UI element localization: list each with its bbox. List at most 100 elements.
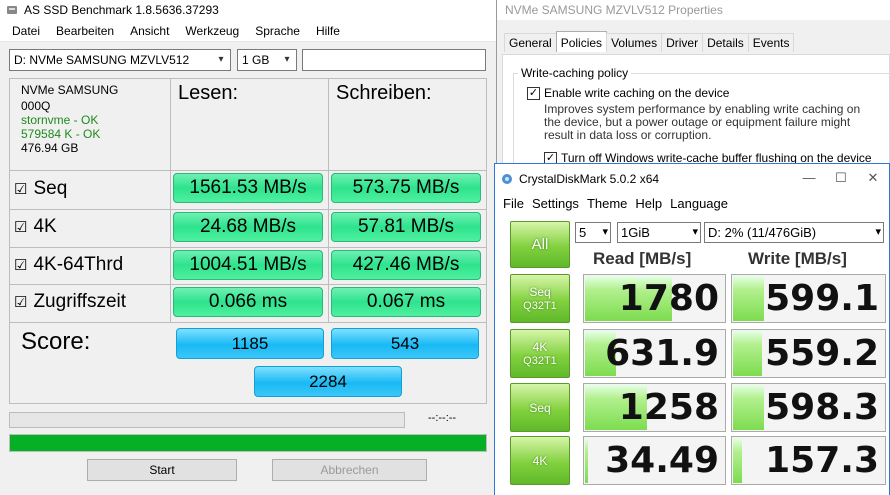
driver-status: stornvme - OK — [21, 113, 99, 127]
all-button[interactable]: All — [510, 221, 570, 268]
cdm-titlebar: CrystalDiskMark 5.0.2 x64 — ☐ ✕ — [495, 164, 889, 193]
menu-file[interactable]: File — [499, 196, 528, 211]
seq-write-value: 573.75 MB/s — [331, 173, 481, 203]
menu-werkzeug[interactable]: Werkzeug — [177, 24, 247, 38]
test-label: Seq — [529, 400, 551, 415]
score-total: 2284 — [254, 366, 402, 397]
read-result-row-0: 1780 — [583, 274, 726, 323]
disk-icon — [7, 6, 17, 14]
properties-title: NVMe SAMSUNG MZVLV512 Properties — [505, 3, 723, 17]
write-result-fill — [733, 276, 764, 321]
abort-button[interactable]: Abbrechen — [272, 459, 427, 481]
drive-select[interactable]: D: 2% (11/476GiB) ▾ — [704, 222, 884, 243]
drive-name: NVMe SAMSUNG — [21, 83, 119, 97]
checkbox-icon[interactable]: ☑ — [14, 256, 27, 274]
read-result-row-2: 1258 — [583, 383, 726, 432]
row-4k-label[interactable]: ☑ 4K — [14, 212, 57, 242]
crystaldiskmark-icon — [502, 173, 512, 184]
menu-bearbeiten[interactable]: Bearbeiten — [48, 24, 122, 38]
count-select[interactable]: 5 ▾ — [575, 222, 611, 243]
size-select[interactable]: 1 GB ▾ — [237, 49, 297, 71]
size-select[interactable]: 1GiB ▾ — [617, 222, 701, 243]
checkbox-icon[interactable]: ☑ — [14, 218, 27, 236]
properties-window: NVMe SAMSUNG MZVLV512 Properties General… — [497, 0, 890, 170]
test-sublabel: Q32T1 — [523, 354, 557, 367]
read-result-row-3: 34.49 — [583, 436, 726, 485]
window-controls: — ☐ ✕ — [793, 167, 889, 189]
tab-general[interactable]: General — [504, 33, 557, 52]
enable-write-caching-label: Enable write caching on the device — [544, 86, 730, 100]
group-title: Write-caching policy — [518, 66, 632, 80]
close-icon[interactable]: ✕ — [857, 167, 889, 189]
write-header: Write [MB/s] — [748, 249, 847, 268]
menu-settings[interactable]: Settings — [528, 196, 583, 211]
write-header: Schreiben: — [336, 82, 432, 104]
score-label: Score: — [21, 328, 91, 355]
test-button-row-0[interactable]: Seq Q32T1 — [510, 274, 570, 323]
row-4k64-label[interactable]: ☑ 4K-64Thrd — [14, 250, 123, 280]
checkbox-icon[interactable]: ☑ — [14, 180, 27, 198]
write-result-row-0: 599.1 — [731, 274, 886, 323]
tab-policies[interactable]: Policies — [555, 31, 608, 52]
drive-select[interactable]: D: NVMe SAMSUNG MZVLV512 ▾ — [9, 49, 231, 71]
chevron-down-icon: ▾ — [602, 226, 608, 238]
4k64-read-value: 1004.51 MB/s — [173, 250, 323, 280]
minimize-icon[interactable]: — — [793, 167, 825, 189]
tab-details[interactable]: Details — [702, 33, 749, 52]
properties-titlebar: NVMe SAMSUNG MZVLV512 Properties — [497, 0, 890, 20]
empty-input[interactable] — [302, 49, 486, 71]
cdm-menubar: File Settings Theme Help Language — [495, 193, 889, 213]
tab-driver[interactable]: Driver — [661, 33, 704, 52]
read-header: Read [MB/s] — [593, 249, 692, 268]
align-status: 579584 K - OK — [21, 127, 101, 141]
menu-language[interactable]: Language — [666, 196, 732, 211]
4k64-write-value: 427.46 MB/s — [331, 250, 481, 280]
window-title: AS SSD Benchmark 1.8.5636.37293 — [24, 3, 219, 17]
menu-datei[interactable]: Datei — [4, 24, 48, 38]
drive-select-value: D: NVMe SAMSUNG MZVLV512 — [14, 53, 190, 67]
test-button-row-2[interactable]: Seq — [510, 383, 570, 432]
crystaldiskmark-window: CrystalDiskMark 5.0.2 x64 — ☐ ✕ File Set… — [494, 163, 890, 495]
score-read: 1185 — [176, 328, 324, 359]
drive-model: 000Q — [21, 99, 51, 113]
write-result-value: 598.3 — [765, 387, 879, 428]
write-result-fill — [733, 438, 743, 483]
test-button-row-1[interactable]: 4K Q32T1 — [510, 329, 570, 378]
as-ssd-window: AS SSD Benchmark 1.8.5636.37293 Datei Be… — [0, 0, 497, 495]
read-header: Lesen: — [178, 82, 239, 104]
tab-volumes[interactable]: Volumes — [606, 33, 663, 52]
write-result-fill — [733, 385, 764, 430]
row-seq-label[interactable]: ☑ Seq — [14, 174, 67, 204]
as-ssd-titlebar: AS SSD Benchmark 1.8.5636.37293 — [0, 0, 496, 20]
menu-hilfe[interactable]: Hilfe — [308, 24, 348, 38]
tab-events[interactable]: Events — [747, 33, 795, 52]
4k-read-value: 24.68 MB/s — [173, 212, 323, 242]
seq-read-value: 1561.53 MB/s — [173, 173, 323, 203]
test-sublabel: Q32T1 — [523, 299, 557, 312]
start-button[interactable]: Start — [87, 459, 237, 481]
properties-tabs: General Policies Volumes Driver Details … — [504, 31, 795, 52]
chevron-down-icon: ▾ — [218, 54, 224, 65]
test-label: 4K — [532, 339, 548, 354]
cdm-title: CrystalDiskMark 5.0.2 x64 — [519, 171, 660, 186]
row-access-label[interactable]: ☑ Zugriffszeit — [14, 287, 126, 317]
drive-info: NVMe SAMSUNG 000Q stornvme - OK 579584 K… — [21, 83, 118, 155]
write-result-value: 559.2 — [765, 333, 879, 374]
maximize-icon[interactable]: ☐ — [825, 167, 857, 189]
read-result-row-1: 631.9 — [583, 329, 726, 378]
read-result-value: 1258 — [618, 387, 719, 428]
enable-write-caching-checkbox[interactable]: ✓ Enable write caching on the device — [527, 86, 729, 100]
write-result-value: 599.1 — [765, 278, 879, 319]
test-label: Seq — [529, 284, 551, 299]
drive-capacity: 476.94 GB — [21, 141, 79, 155]
menu-theme[interactable]: Theme — [583, 196, 631, 211]
checkbox-icon[interactable]: ✓ — [527, 87, 540, 100]
test-button-row-3[interactable]: 4K — [510, 436, 570, 485]
score-write: 543 — [331, 328, 479, 359]
checkbox-icon[interactable]: ☑ — [14, 293, 27, 311]
menu-sprache[interactable]: Sprache — [247, 24, 308, 38]
write-result-row-1: 559.2 — [731, 329, 886, 378]
size-select-value: 1 GB — [242, 53, 270, 67]
menu-ansicht[interactable]: Ansicht — [122, 24, 177, 38]
menu-help[interactable]: Help — [631, 196, 666, 211]
